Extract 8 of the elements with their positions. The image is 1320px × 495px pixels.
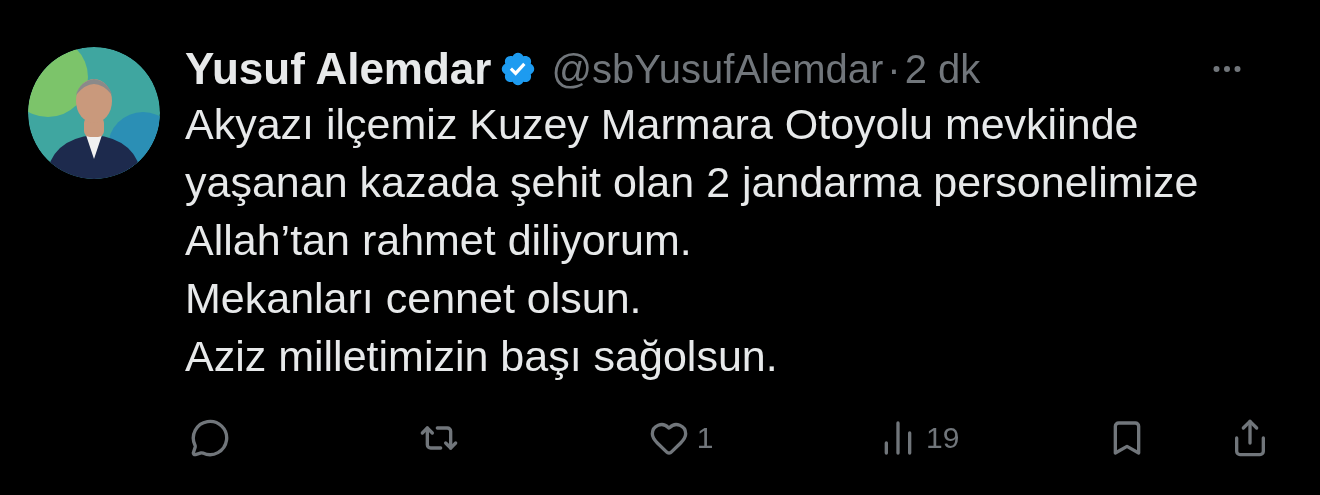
author-handle[interactable]: @sbYusufAlemdar <box>551 39 884 99</box>
post-time[interactable]: 2 dk <box>904 39 981 99</box>
separator-dot: · <box>887 46 901 93</box>
like-button[interactable]: 1 <box>648 415 879 460</box>
post-text: Akyazı ilçemiz Kuzey Marmara Otoyolu mevkiinde yaşanan kazada şehit olan 2 jandarma personelimize Allah’tan rahmet diliyorum. Mekanları cennet olsun. Aziz milletimizin başı sağolsun. <box>185 99 1200 382</box>
speech-bubble-icon <box>190 417 230 458</box>
author-name[interactable]: Yusuf Alemdar <box>185 36 492 102</box>
views-button[interactable]: 19 <box>878 415 1108 460</box>
